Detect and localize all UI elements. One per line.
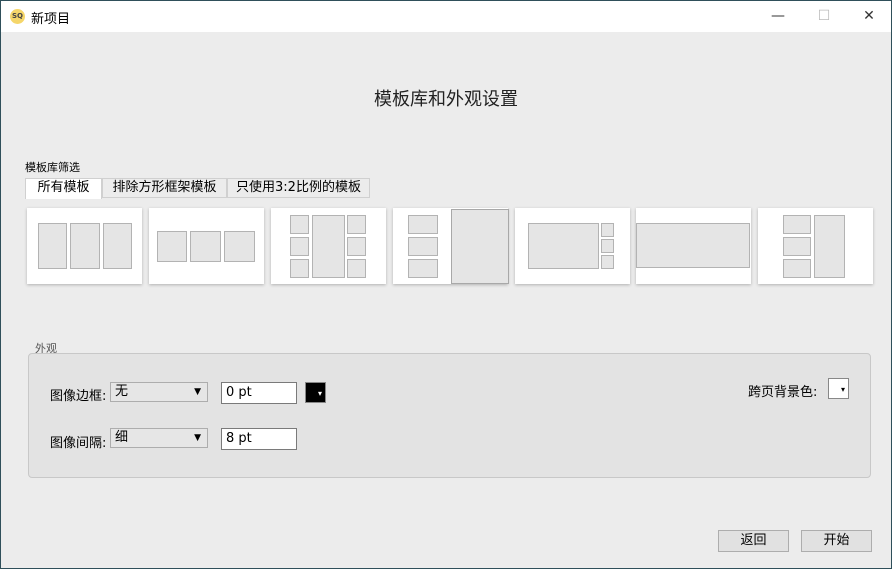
appearance-group — [28, 353, 871, 478]
app-logo-icon: SQ — [10, 9, 25, 24]
minimize-button[interactable]: — — [755, 1, 801, 32]
template-frame — [290, 237, 309, 256]
title-bar: SQ 新项目 — ☐ ✕ — [1, 1, 891, 32]
border-style-select[interactable]: 无 ▼ — [110, 382, 208, 402]
template-three-squares[interactable] — [149, 208, 264, 284]
template-frame — [190, 231, 221, 262]
maximize-button[interactable]: ☐ — [801, 1, 847, 32]
tab-exclude-square[interactable]: 排除方形框架模板 — [102, 178, 227, 198]
spacing-label: 图像间隔: — [50, 436, 107, 451]
border-width-input[interactable]: 0 pt — [221, 382, 297, 404]
template-frame — [312, 215, 345, 278]
close-button[interactable]: ✕ — [846, 1, 892, 32]
template-frame — [601, 239, 614, 253]
template-frame — [290, 215, 309, 234]
border-color-button[interactable]: ▾ — [305, 382, 326, 403]
chevron-down-icon: ▼ — [194, 387, 201, 397]
template-six-small-one-tall[interactable] — [271, 208, 386, 284]
template-frame — [408, 237, 438, 256]
start-button[interactable]: 开始 — [801, 530, 872, 552]
template-frame — [408, 215, 438, 234]
template-frame — [601, 255, 614, 269]
template-frame — [528, 223, 599, 269]
chevron-down-icon: ▼ — [194, 433, 201, 443]
template-frame — [347, 237, 366, 256]
template-three-columns[interactable] — [27, 208, 142, 284]
spread-bg-color-button[interactable]: ▾ — [828, 378, 849, 399]
border-label: 图像边框: — [50, 389, 107, 404]
spacing-width-input[interactable]: 8 pt — [221, 428, 297, 450]
template-frame — [347, 259, 366, 278]
template-frame — [814, 215, 845, 278]
window-title: 新项目 — [31, 12, 71, 27]
border-style-value: 无 — [115, 384, 129, 399]
template-wide-banner[interactable] — [636, 208, 751, 284]
filter-label: 模板库筛选 — [25, 161, 80, 174]
page-title: 模板库和外观设置 — [374, 89, 518, 110]
template-frame — [38, 223, 67, 269]
spread-bg-label: 跨页背景色: — [748, 385, 818, 400]
template-frame — [783, 259, 811, 278]
template-frame — [347, 215, 366, 234]
template-frame — [70, 223, 100, 269]
template-frame — [290, 259, 309, 278]
template-frame — [601, 223, 614, 237]
new-project-window: SQ 新项目 — ☐ ✕ 模板库和外观设置 模板库筛选 所有模板 排除方形框架模… — [0, 0, 892, 569]
back-button[interactable]: 返回 — [718, 530, 789, 552]
template-frame — [636, 223, 750, 268]
template-frame — [783, 215, 811, 234]
template-frame — [157, 231, 187, 262]
tab-3-2-only[interactable]: 只使用3:2比例的模板 — [227, 178, 370, 198]
template-frame — [783, 237, 811, 256]
template-frame — [103, 223, 132, 269]
tab-all-templates[interactable]: 所有模板 — [25, 178, 102, 199]
template-big-left-three-small-right[interactable] — [515, 208, 630, 284]
template-three-left-big-right[interactable] — [393, 208, 509, 284]
template-frame — [408, 259, 438, 278]
template-three-left-tall-right[interactable] — [758, 208, 873, 284]
spacing-value: 细 — [115, 430, 129, 445]
template-frame — [451, 209, 509, 284]
template-frame — [224, 231, 255, 262]
spacing-select[interactable]: 细 ▼ — [110, 428, 208, 448]
